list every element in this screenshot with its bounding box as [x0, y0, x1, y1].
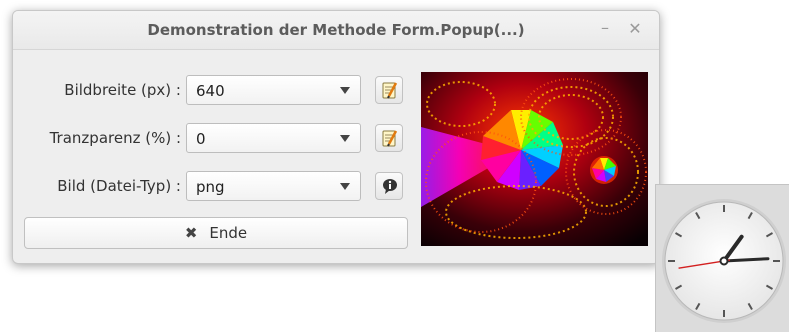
speech-bubble-icon [383, 179, 397, 194]
notepad-edit-icon [382, 130, 398, 147]
end-button[interactable]: ✖ Ende [24, 217, 408, 249]
image-width-edit-button[interactable] [375, 76, 403, 104]
clock-widget[interactable] [655, 184, 789, 332]
transparency-edit-button[interactable] [375, 124, 403, 152]
dropdown-arrow-icon [340, 87, 350, 94]
dropdown-arrow-icon [340, 183, 350, 190]
close-button[interactable]: ✕ [625, 19, 645, 38]
dropdown-arrow-icon [340, 135, 350, 142]
image-width-combobox[interactable]: 640 [186, 75, 361, 105]
transparency-value: 0 [196, 130, 206, 148]
file-type-combobox[interactable]: png [186, 171, 361, 201]
notepad-edit-icon [382, 82, 398, 99]
image-width-value: 640 [196, 82, 225, 100]
file-type-info-button[interactable] [375, 172, 403, 200]
title-bar[interactable]: Demonstration der Methode Form.Popup(...… [13, 11, 659, 50]
transparency-combobox[interactable]: 0 [186, 123, 361, 153]
transparency-label: Tranzparenz (%) : [49, 129, 181, 147]
minimize-button[interactable]: – [595, 18, 615, 37]
end-button-label: Ende [209, 224, 248, 242]
fractal-preview-image [421, 72, 648, 246]
analog-clock-icon [662, 199, 786, 323]
file-type-value: png [196, 178, 225, 196]
popup-window: Demonstration der Methode Form.Popup(...… [12, 10, 660, 264]
window-title: Demonstration der Methode Form.Popup(...… [147, 21, 525, 39]
file-type-label: Bild (Datei-Typ) : [57, 177, 181, 195]
end-button-content: ✖ Ende [25, 224, 407, 242]
image-width-label: Bildbreite (px) : [64, 81, 181, 99]
close-x-icon: ✖ [184, 224, 198, 242]
